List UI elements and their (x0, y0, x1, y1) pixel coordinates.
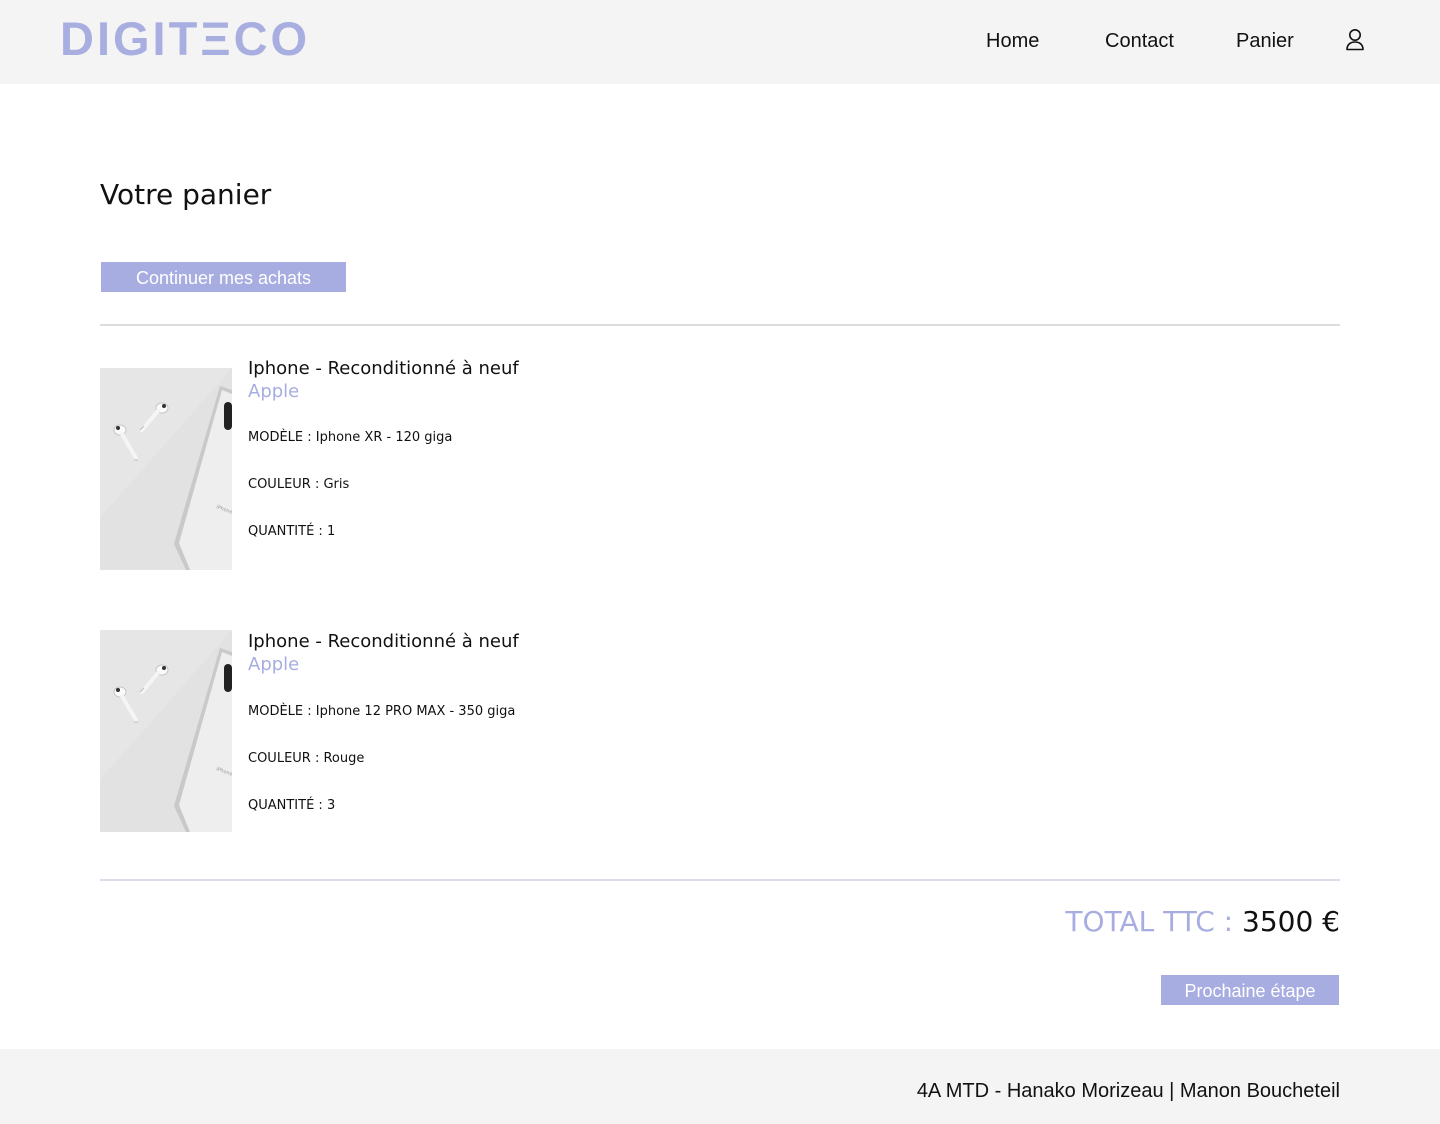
cart-item: iPhone Iphone - Reconditionné à neuf App… (100, 358, 800, 570)
footer-credits: 4A MTD - Hanako Morizeau | Manon Bouchet… (916, 1080, 1340, 1102)
nav-contact[interactable]: Contact (1105, 29, 1174, 53)
product-name[interactable]: Iphone - Reconditionné à neuf (248, 631, 519, 653)
total-value: 3500 € (1242, 905, 1340, 938)
product-color: COULEUR : Gris (248, 477, 350, 492)
cart-total: TOTAL TTC : 3500 € (1065, 902, 1340, 942)
divider (100, 879, 1340, 881)
product-image[interactable]: iPhone (100, 368, 232, 570)
site-footer: 4A MTD - Hanako Morizeau | Manon Bouchet… (0, 1049, 1440, 1124)
logo[interactable]: DIGITΞCO (60, 15, 310, 62)
nav-home[interactable]: Home (986, 29, 1039, 53)
product-name[interactable]: Iphone - Reconditionné à neuf (248, 358, 519, 380)
nav-panier[interactable]: Panier (1236, 29, 1294, 53)
product-brand: Apple (248, 381, 300, 402)
user-icon[interactable] (1344, 28, 1366, 52)
product-image[interactable]: iPhone (100, 630, 232, 832)
total-label: TOTAL TTC : (1065, 905, 1243, 938)
product-brand: Apple (248, 654, 300, 675)
product-color: COULEUR : Rouge (248, 751, 365, 766)
continue-shopping-button[interactable]: Continuer mes achats (101, 262, 346, 292)
cart-item: iPhone Iphone - Reconditionné à neuf App… (100, 630, 800, 832)
product-quantity: QUANTITÉ : 3 (248, 798, 336, 813)
site-header: DIGITΞCO Home Contact Panier (0, 0, 1440, 84)
divider (100, 324, 1340, 326)
page-title: Votre panier (100, 178, 272, 211)
next-step-button[interactable]: Prochaine étape (1161, 975, 1339, 1005)
product-model: MODÈLE : Iphone XR - 120 giga (248, 430, 453, 445)
product-quantity: QUANTITÉ : 1 (248, 524, 336, 539)
product-model: MODÈLE : Iphone 12 PRO MAX - 350 giga (248, 704, 516, 719)
